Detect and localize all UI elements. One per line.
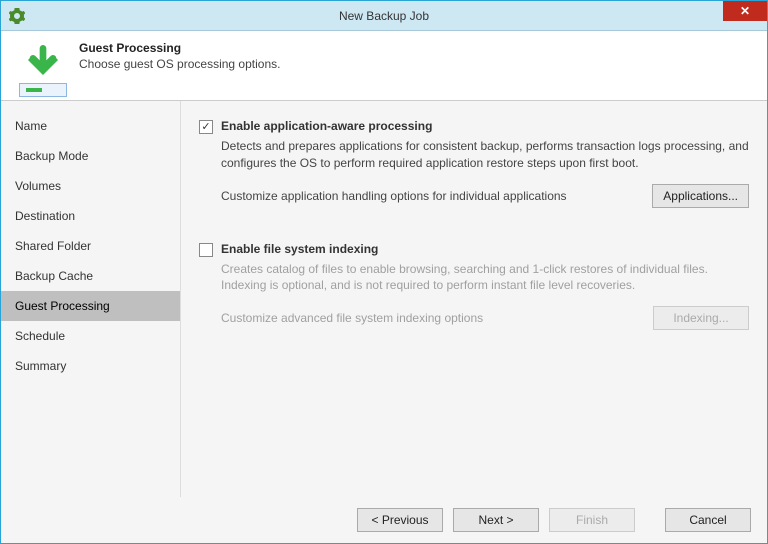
enable-indexing-label: Enable file system indexing [221, 242, 378, 256]
wizard-step-icon [19, 41, 67, 89]
enable-app-aware-label: Enable application-aware processing [221, 119, 432, 133]
sidebar-item-backup-mode[interactable]: Backup Mode [1, 141, 180, 171]
section-file-indexing: Enable file system indexing Creates cata… [199, 242, 749, 331]
sidebar-item-summary[interactable]: Summary [1, 351, 180, 381]
indexing-button: Indexing... [653, 306, 749, 330]
wizard-content: Enable application-aware processing Dete… [181, 101, 767, 497]
enable-indexing-checkbox[interactable] [199, 243, 213, 257]
page-subtitle: Choose guest OS processing options. [79, 57, 280, 71]
wizard-window: New Backup Job ✕ Guest Processing Choose… [0, 0, 768, 544]
cancel-button[interactable]: Cancel [665, 508, 751, 532]
enable-app-aware-checkbox[interactable] [199, 120, 213, 134]
progress-badge-icon [19, 83, 67, 97]
app-aware-description: Detects and prepares applications for co… [221, 138, 749, 172]
wizard-footer: < Previous Next > Finish Cancel [1, 497, 767, 543]
titlebar: New Backup Job ✕ [1, 1, 767, 31]
app-aware-customize-text: Customize application handling options f… [221, 189, 567, 203]
wizard-body: Name Backup Mode Volumes Destination Sha… [1, 101, 767, 497]
sidebar-item-schedule[interactable]: Schedule [1, 321, 180, 351]
sidebar-item-volumes[interactable]: Volumes [1, 171, 180, 201]
applications-button[interactable]: Applications... [652, 184, 749, 208]
sidebar-item-guest-processing[interactable]: Guest Processing [1, 291, 180, 321]
wizard-sidebar: Name Backup Mode Volumes Destination Sha… [1, 101, 181, 497]
window-title: New Backup Job [339, 9, 429, 23]
sidebar-item-destination[interactable]: Destination [1, 201, 180, 231]
next-button[interactable]: Next > [453, 508, 539, 532]
close-icon: ✕ [740, 4, 750, 18]
sidebar-item-shared-folder[interactable]: Shared Folder [1, 231, 180, 261]
section-app-aware: Enable application-aware processing Dete… [199, 119, 749, 208]
sidebar-item-backup-cache[interactable]: Backup Cache [1, 261, 180, 291]
finish-button: Finish [549, 508, 635, 532]
close-button[interactable]: ✕ [723, 1, 767, 21]
gear-icon [9, 8, 25, 24]
wizard-header: Guest Processing Choose guest OS process… [1, 31, 767, 101]
indexing-description: Creates catalog of files to enable brows… [221, 261, 749, 295]
indexing-customize-text: Customize advanced file system indexing … [221, 311, 483, 325]
page-title: Guest Processing [79, 41, 280, 55]
sidebar-item-name[interactable]: Name [1, 111, 180, 141]
previous-button[interactable]: < Previous [357, 508, 443, 532]
